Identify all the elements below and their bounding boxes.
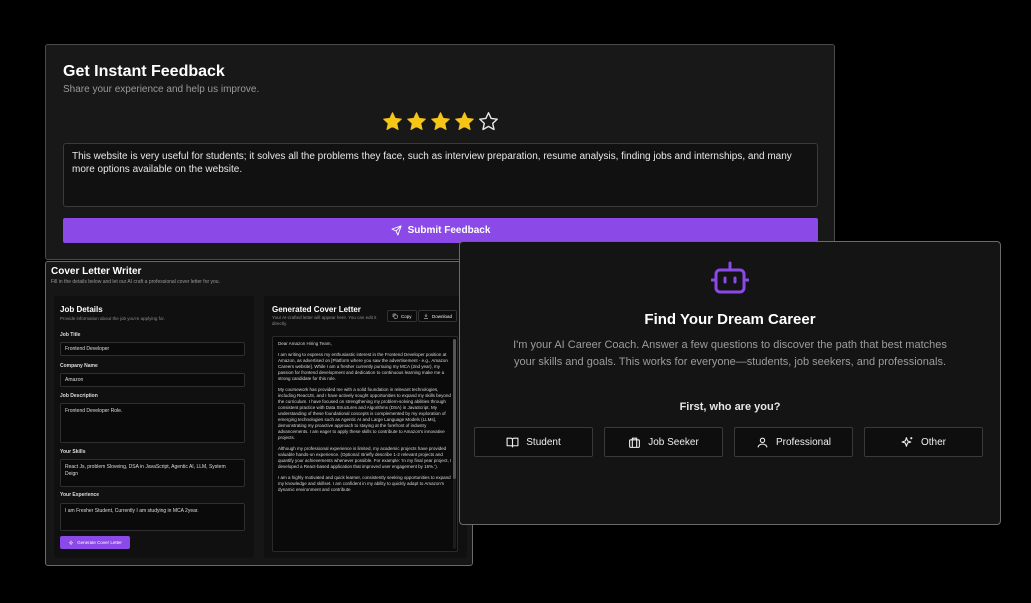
- sparkles-icon: [68, 539, 74, 546]
- job-description-input[interactable]: Frontend Developer Role.: [60, 403, 245, 443]
- career-description: I'm your AI Career Coach. Answer a few q…: [513, 339, 947, 368]
- star-icon[interactable]: [454, 111, 475, 132]
- briefcase-icon: [629, 437, 641, 448]
- sparkles-icon: [901, 436, 913, 447]
- submit-feedback-label: Submit Feedback: [407, 225, 491, 236]
- job-details-title: Job Details: [60, 305, 103, 314]
- user-icon: [757, 437, 768, 447]
- letter-paragraph: I am writing to express my enthusiastic …: [278, 352, 448, 381]
- other-option-button[interactable]: Other: [864, 427, 983, 457]
- copy-label: Copy: [401, 313, 412, 319]
- career-question: First, who are you?: [679, 401, 781, 413]
- company-name-input[interactable]: Amazon: [60, 373, 245, 387]
- generate-cover-letter-button[interactable]: Generate Cover Letter: [60, 536, 130, 549]
- feedback-title: Get Instant Feedback: [63, 63, 225, 80]
- generated-letter-subtitle: Your AI-crafted letter will appear here.…: [272, 315, 377, 326]
- professional-option-button[interactable]: Professional: [734, 427, 853, 457]
- copy-icon: [392, 313, 398, 319]
- letter-paragraph: Although my professional experience is l…: [278, 446, 452, 469]
- star-empty-icon[interactable]: [478, 111, 499, 132]
- generate-cover-letter-label: Generate Cover Letter: [77, 540, 122, 545]
- job-details-card: Job Details Provide information about th…: [54, 296, 254, 558]
- letter-scrollbar-thumb[interactable]: [453, 339, 456, 479]
- generated-letter-title: Generated Cover Letter: [272, 305, 361, 314]
- cover-letter-panel: Cover Letter Writer Fill in the details …: [45, 261, 473, 566]
- star-icon[interactable]: [406, 111, 427, 132]
- student-option-label: Student: [526, 436, 561, 448]
- star-icon[interactable]: [430, 111, 451, 132]
- letter-paragraph: I am a highly motivated and quick learne…: [278, 475, 451, 492]
- feedback-panel: Get Instant Feedback Share your experien…: [45, 44, 835, 260]
- letter-paragraph: My coursework has provided me with a sol…: [278, 387, 451, 440]
- generated-letter-card: Generated Cover Letter Your AI-crafted l…: [264, 296, 467, 558]
- experience-label: Your Experience: [60, 492, 100, 498]
- role-options: Student Job Seeker Professional Other: [474, 427, 983, 457]
- robot-icon: [711, 261, 749, 294]
- star-rating: [382, 111, 499, 132]
- star-icon[interactable]: [382, 111, 403, 132]
- career-title: Find Your Dream Career: [644, 311, 816, 328]
- job-title-input[interactable]: Frontend Developer: [60, 342, 245, 356]
- job-details-subtitle: Provide information about the job you're…: [60, 316, 165, 321]
- job-seeker-option-label: Job Seeker: [648, 436, 699, 448]
- company-name-label: Company Name: [60, 363, 98, 369]
- download-button[interactable]: Download: [418, 310, 458, 322]
- skills-input[interactable]: React Js, problem Sloveing, DSA in JavaS…: [60, 459, 245, 487]
- submit-feedback-button[interactable]: Submit Feedback: [63, 218, 818, 243]
- cover-letter-title: Cover Letter Writer: [51, 266, 142, 277]
- cover-letter-textarea[interactable]: Dear Amazon Hiring Team, I am writing to…: [272, 336, 458, 552]
- career-coach-panel: Find Your Dream Career I'm your AI Caree…: [459, 241, 1001, 525]
- feedback-subtitle: Share your experience and help us improv…: [63, 84, 260, 95]
- cover-letter-subtitle: Fill in the details below and let our AI…: [51, 279, 220, 285]
- skills-label: Your Skills: [60, 449, 86, 455]
- professional-option-label: Professional: [775, 436, 832, 448]
- experience-input[interactable]: I am Fresher Student, Currently I am stu…: [60, 503, 245, 531]
- download-icon: [424, 313, 428, 319]
- copy-button[interactable]: Copy: [387, 310, 417, 322]
- job-description-label: Job Description: [60, 393, 98, 399]
- book-icon: [506, 437, 519, 447]
- download-label: Download: [432, 313, 453, 319]
- send-icon: [391, 225, 402, 236]
- other-option-label: Other: [920, 436, 946, 448]
- letter-scrollbar[interactable]: [453, 339, 456, 549]
- job-seeker-option-button[interactable]: Job Seeker: [604, 427, 723, 457]
- job-title-label: Job Title: [60, 332, 81, 338]
- letter-paragraph: Dear Amazon Hiring Team,: [278, 341, 332, 346]
- feedback-textarea[interactable]: This website is very useful for students…: [63, 143, 818, 207]
- student-option-button[interactable]: Student: [474, 427, 593, 457]
